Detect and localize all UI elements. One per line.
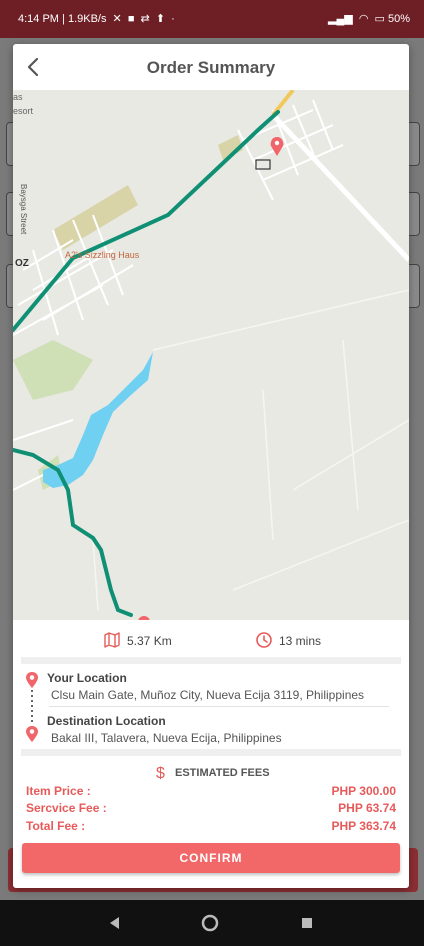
fee-value: PHP 63.74	[338, 801, 396, 815]
route-map[interactable]: as esort Baysga Street A2's Sizzling Hau…	[13, 90, 409, 620]
origin-address: Clsu Main Gate, Muñoz City, Nueva Ecija …	[51, 688, 365, 702]
map-icon	[104, 632, 120, 648]
map-label: Baysga Street	[19, 184, 28, 235]
sync-icon: ⇄	[140, 13, 150, 25]
status-bar: 4:14 PM | 1.9KB/s ✕ ■ ⇄ ⬆ · ▂▄▆ ◠ ▭ 50%	[0, 0, 424, 38]
nav-back-icon[interactable]	[104, 912, 126, 934]
estimated-fees-header: $ ESTIMATED FEES	[13, 763, 409, 783]
fee-label: Sercvice Fee :	[26, 801, 107, 815]
divider	[21, 657, 401, 664]
fee-value: PHP 300.00	[331, 784, 397, 798]
map-label: esort	[13, 106, 34, 116]
trip-info: 5.37 Km 13 mins	[13, 630, 409, 654]
system-nav-bar	[0, 900, 424, 946]
page-title: Order Summary	[146, 58, 276, 77]
map-label: OZ	[15, 258, 29, 269]
dollar-icon: $	[156, 765, 165, 781]
signal-icon: ▂▄▆	[328, 13, 353, 25]
duration-value: 13 mins	[279, 634, 322, 648]
status-left: 4:14 PM | 1.9KB/s ✕ ■ ⇄ ⬆ ·	[18, 13, 175, 25]
dialog-header: Order Summary	[13, 44, 409, 91]
destination-pin-icon	[26, 726, 38, 742]
battery-icon: ▭	[374, 13, 385, 25]
map-label: A2's Sizzling Haus	[65, 250, 140, 260]
divider	[21, 749, 401, 756]
clock-icon	[256, 632, 272, 648]
status-time: 4:14 PM	[18, 13, 59, 25]
route-connector	[31, 690, 33, 722]
status-speed: 1.9KB/s	[67, 13, 107, 25]
destination-address: Bakal III, Talavera, Nueva Ecija, Philip…	[51, 731, 282, 745]
order-summary-dialog: Order Summary as esort Baysga Street A2'…	[13, 44, 409, 888]
status-right: ▂▄▆ ◠ ▭ 50%	[328, 13, 410, 25]
distance-value: 5.37 Km	[127, 634, 172, 648]
origin-title: Your Location	[47, 671, 127, 685]
upload-icon: ⬆	[155, 13, 166, 25]
fee-value: PHP 363.74	[331, 819, 397, 833]
fees-title: ESTIMATED FEES	[175, 767, 270, 779]
nav-home-icon[interactable]	[199, 912, 221, 934]
dot-icon: ·	[171, 13, 175, 25]
map-label: as	[13, 92, 23, 102]
confirm-button[interactable]: CONFIRM	[22, 843, 400, 873]
destination-title: Destination Location	[47, 714, 166, 728]
nav-recents-icon[interactable]	[296, 912, 318, 934]
svg-text:$: $	[156, 765, 165, 781]
fee-label: Total Fee :	[26, 819, 86, 833]
divider	[49, 706, 389, 707]
mute-icon: ✕	[112, 13, 122, 25]
battery-level: 50	[387, 13, 401, 25]
video-icon: ■	[127, 13, 135, 25]
fee-label: Item Price :	[26, 784, 91, 798]
origin-pin-icon	[26, 672, 38, 688]
wifi-icon: ◠	[358, 13, 369, 25]
